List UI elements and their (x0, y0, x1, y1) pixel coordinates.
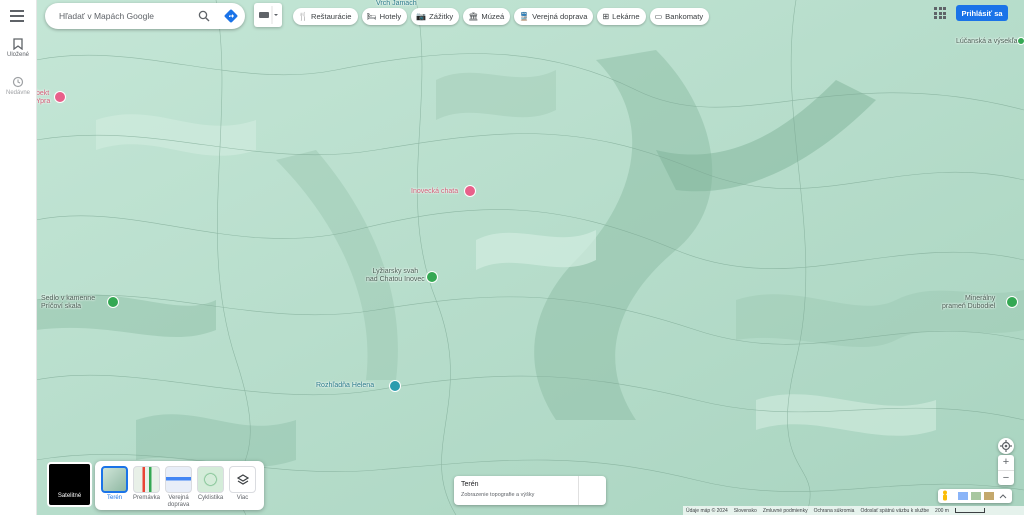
chip-museums[interactable]: 🏛 Múzeá (463, 8, 511, 25)
recent-label: Nedávne (5, 90, 31, 96)
camera-pin[interactable] (389, 380, 401, 392)
directions-icon[interactable] (224, 9, 238, 23)
chip-pharmacies[interactable]: ⊞ Lekárne (597, 8, 646, 25)
poi-label[interactable]: Ypra (36, 98, 50, 105)
top-right-label[interactable]: Lúčanská a výsekľa (956, 38, 1018, 46)
chip-label: Hotely (379, 12, 402, 21)
bookmark-icon (13, 38, 23, 50)
terrain-title: Terén (461, 481, 479, 488)
park-pin[interactable] (426, 271, 438, 283)
zoom-out-button[interactable]: − (998, 470, 1014, 486)
terrain-info-card: Terén Zobrazenie topografie a výšky (454, 476, 606, 505)
map-footer: Údaje máp © 2024 Slovensko Zmluvné podmi… (683, 506, 1024, 515)
footer-copyright: Údaje máp © 2024 (686, 507, 728, 514)
search-box[interactable]: Hľadať v Mapách Google (45, 3, 245, 29)
park-pin[interactable] (107, 296, 119, 308)
hotel-pin[interactable] (464, 185, 476, 197)
side-rail: Uložené Nedávne (0, 0, 37, 515)
chip-label: Múzeá (481, 12, 505, 21)
museum-icon: 🏛 (468, 12, 479, 21)
poi-label[interactable]: bekt (36, 90, 49, 97)
layer-biking[interactable]: Cyklistika (197, 466, 224, 502)
layer-label: Viac (236, 495, 249, 501)
layer-label: Premávka (133, 495, 161, 501)
chip-restaurants[interactable]: 🍴 Reštaurácie (293, 8, 358, 25)
category-chips: 🍴 Reštaurácie 🛏 Hotely 📷 Zážitky 🏛 Múzeá 🚆 Ve… (293, 8, 710, 25)
saved-label: Uložené (6, 52, 29, 58)
chata-label[interactable]: Inovecká chata (411, 188, 458, 195)
recent-button[interactable]: Nedávne (0, 76, 36, 96)
chip-label: Zážitky (429, 12, 454, 21)
pharmacy-icon: ⊞ (602, 12, 610, 21)
search-input[interactable]: Hľadať v Mapách Google (59, 11, 154, 21)
layer-terrain[interactable]: Terén (101, 466, 128, 502)
terrain-subtitle: Zobrazenie topografie a výšky (461, 492, 535, 498)
park-pin[interactable] (1006, 296, 1018, 308)
chip-transit[interactable]: 🚆 Verejná doprava (514, 8, 594, 25)
street-view-strip[interactable] (938, 489, 1012, 503)
chip-hotels[interactable]: 🛏 Hotely (361, 8, 408, 25)
saved-button[interactable]: Uložené (0, 38, 36, 58)
fork-knife-icon: 🍴 (298, 12, 308, 21)
chip-label: Verejná doprava (532, 12, 588, 21)
ski-slope-label[interactable]: Lyžiarsky svah nad Chatou Inovec (366, 268, 425, 284)
hotel-pin[interactable] (54, 91, 66, 103)
chip-label: Bankomaty (665, 12, 704, 21)
spring-label[interactable]: Minerálny prameň Dubodiel (942, 295, 995, 311)
camera-icon: 📷 (416, 12, 427, 21)
peak-label[interactable]: Vrch Jamach (376, 0, 417, 7)
train-icon: 🚆 (519, 12, 530, 21)
scale-bar (954, 508, 985, 513)
layer-traffic[interactable]: Premávka (133, 466, 160, 502)
layers-icon (236, 473, 249, 485)
scale-label[interactable]: 200 m (935, 508, 949, 514)
layer-transit[interactable]: Verejná doprava (165, 466, 192, 509)
zoom-controls: + − (998, 455, 1014, 485)
chip-atms[interactable]: ▭ Bankomaty (649, 8, 710, 25)
menu-icon[interactable] (10, 10, 24, 22)
pegman-icon[interactable] (938, 489, 1012, 503)
input-tools-button[interactable] (254, 3, 282, 27)
saddle-label[interactable]: Sedlo v kamenne Príčoví skala (41, 295, 95, 311)
bed-icon: 🛏 (366, 12, 377, 21)
apps-grid-icon[interactable] (934, 7, 946, 19)
signin-button[interactable]: Prihlásiť sa (956, 5, 1008, 21)
chip-label: Reštaurácie (310, 12, 352, 21)
footer-terms[interactable]: Zmluvné podmienky (763, 508, 808, 514)
keyboard-icon (259, 6, 278, 24)
chip-label: Lekárne (612, 12, 640, 21)
search-icon[interactable] (198, 10, 210, 22)
layers-toggle[interactable]: Satelitné (47, 462, 92, 507)
atm-icon: ▭ (654, 12, 663, 21)
crosshair-icon (1000, 440, 1012, 452)
history-icon (12, 76, 24, 88)
terrain-layer (36, 0, 1024, 515)
zoom-in-button[interactable]: + (998, 455, 1014, 470)
footer-region[interactable]: Slovensko (734, 508, 757, 514)
layer-label: Cyklistika (197, 495, 224, 501)
my-location-button[interactable] (998, 438, 1014, 454)
map-canvas[interactable]: bekt Ypra Vrch Jamach Inovecká chata Lyž… (36, 0, 1024, 515)
layers-label: Satelitné (57, 493, 82, 499)
footer-privacy[interactable]: Ochrana súkromia (814, 508, 855, 514)
layer-panel: Terén Premávka Verejná doprava Cyklistik… (95, 461, 264, 510)
layer-more[interactable]: Viac (229, 466, 256, 502)
layer-label: Verejná doprava (167, 495, 190, 508)
footer-feedback[interactable]: Odoslať spätnú väzbu k službe (860, 508, 929, 514)
layer-label: Terén (106, 495, 122, 501)
chip-experiences[interactable]: 📷 Zážitky (411, 8, 460, 25)
park-pin[interactable] (1017, 37, 1024, 45)
tower-label[interactable]: Rozhľadňa Helena (316, 382, 374, 389)
